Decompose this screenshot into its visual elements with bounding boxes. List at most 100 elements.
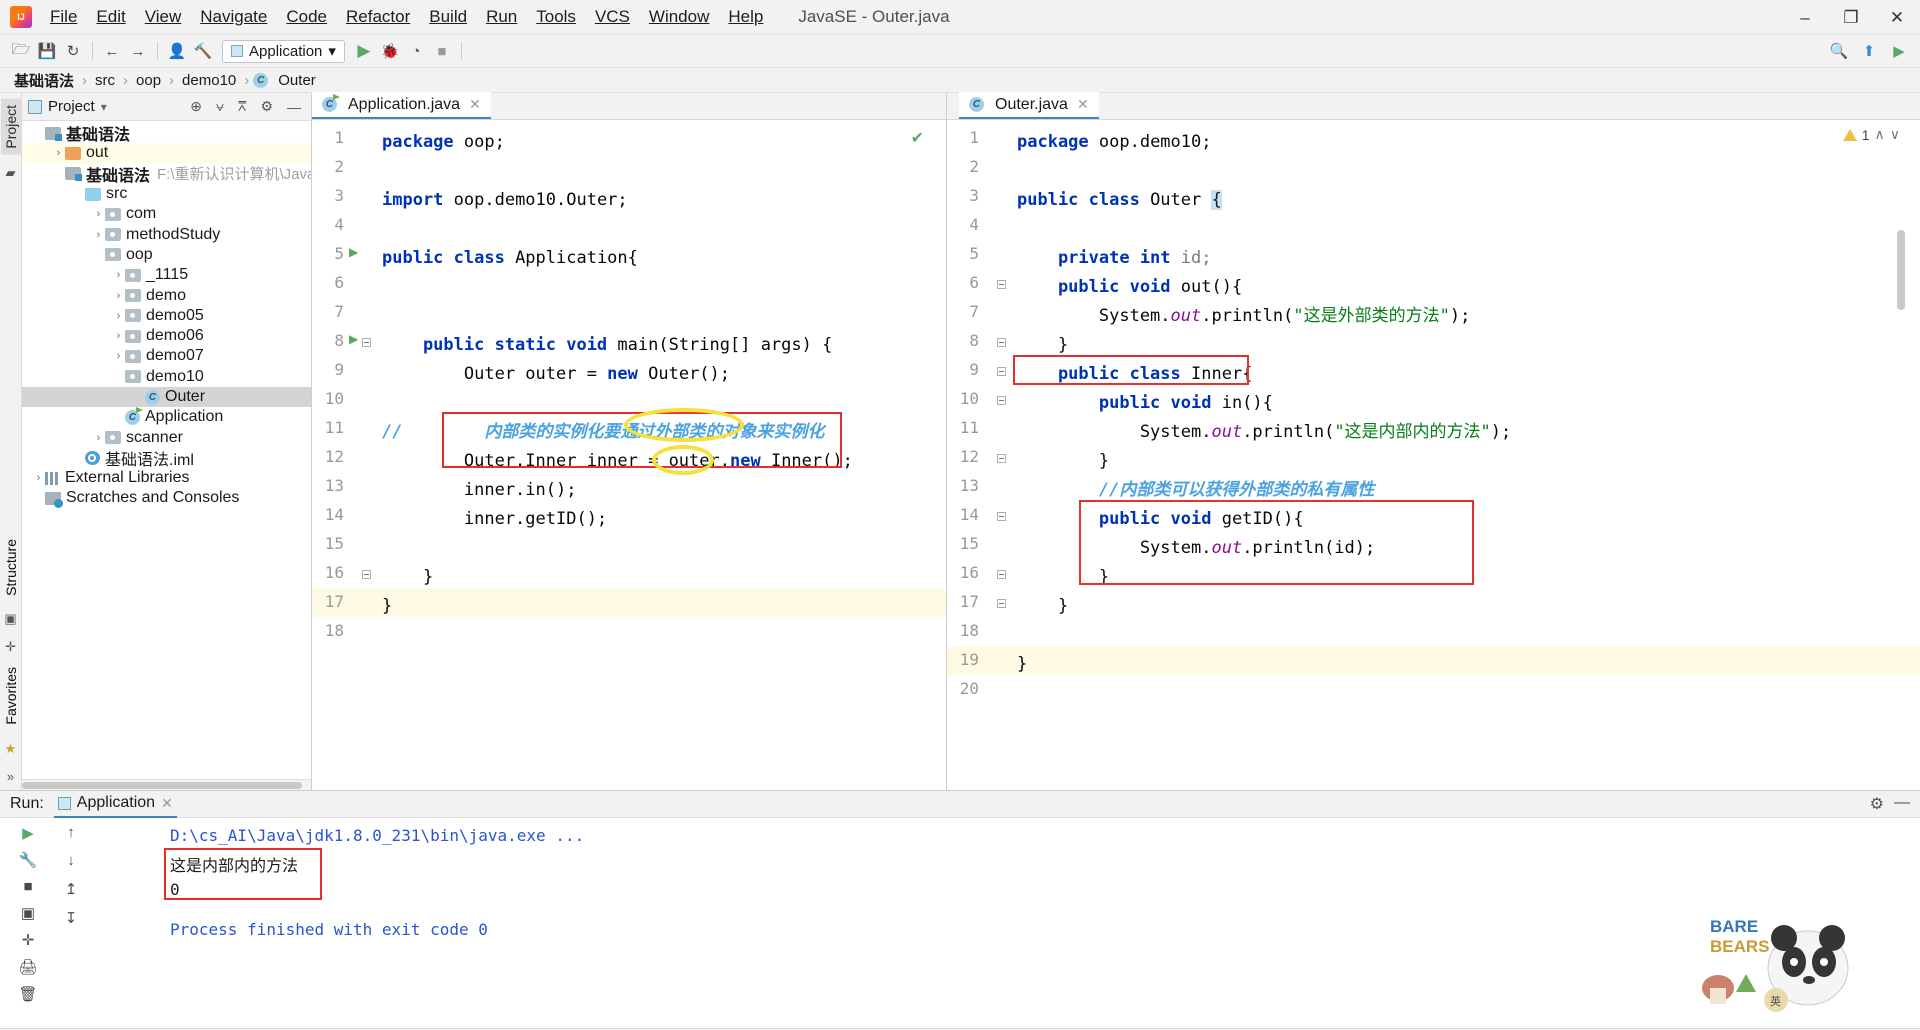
code-fold-icon[interactable] [362, 338, 371, 347]
close-icon[interactable]: ✕ [469, 96, 481, 113]
run-gutter-icon[interactable]: ▶ [349, 245, 358, 259]
code-area-right[interactable]: package oop.demo10; public class Outer { … [1009, 120, 1920, 790]
rerun-icon[interactable]: ▶ [22, 824, 34, 842]
menu-code[interactable]: Code [277, 4, 336, 30]
editor-body-right[interactable]: 1 2 3 4 5 6 7 8 9 10 11 12 13 14 15 16 17 18 19 20 package … [947, 120, 1920, 790]
wrench-icon[interactable]: 🔧 [19, 851, 38, 869]
chevron-right-icon[interactable]: › [112, 330, 125, 342]
camera-icon[interactable]: ▣ [21, 904, 35, 922]
breadcrumb-item-oop[interactable]: oop [132, 71, 165, 90]
search-icon[interactable]: 🔍 [1826, 38, 1852, 64]
profile-icon[interactable]: 👤 [164, 38, 190, 64]
tool-tab-project[interactable]: Project [1, 99, 21, 155]
expand-all-icon[interactable]: ⩝ [212, 96, 228, 117]
chevron-down-icon[interactable]: ⱟ [52, 168, 65, 180]
tree-item-iml[interactable]: 基础语法.iml [22, 448, 311, 468]
scroll-end-icon[interactable]: ↧ [65, 909, 78, 927]
close-icon[interactable]: ✕ [1077, 96, 1089, 113]
run-tab-application[interactable]: Application ✕ [54, 791, 177, 818]
up-arrow-icon[interactable]: ↑ [67, 824, 75, 841]
tree-item-src[interactable]: ⱟ src [22, 184, 311, 204]
code-fold-icon[interactable] [997, 367, 1006, 376]
inspection-warning-group[interactable]: 1 ∧ ∨ [1843, 126, 1900, 143]
code-fold-icon[interactable] [362, 570, 371, 579]
stop-button[interactable]: ■ [429, 38, 455, 64]
code-area-left[interactable]: package oop; import oop.demo10.Outer; publ… [374, 120, 946, 790]
project-horizontal-scrollbar[interactable] [22, 779, 311, 790]
menu-tools[interactable]: Tools [527, 4, 585, 30]
tree-item-Outer[interactable]: C Outer [22, 387, 311, 407]
breadcrumb-item-outer[interactable]: Outer [274, 71, 320, 90]
chevron-down-icon[interactable]: ∨ [1890, 126, 1900, 143]
tree-item-ExternalLibraries[interactable]: › External Libraries [22, 468, 311, 488]
gutter-left[interactable]: 1 2 3 4 5 ▶ 6 7 8 ▶ 9 10 11 12 13 14 15 16 17 18 [312, 120, 374, 790]
project-tree[interactable]: ⱟ基础语法›outⱟ基础语法F:\重新认识计算机\JavaSe\基础ⱟsrc›c… [22, 121, 311, 779]
code-fold-icon[interactable] [997, 396, 1006, 405]
camera-icon[interactable]: ▣ [4, 611, 16, 627]
gear-icon[interactable]: ⚙ [256, 96, 277, 117]
menu-view[interactable]: View [136, 4, 191, 30]
minimize-button[interactable]: – [1782, 0, 1828, 35]
hide-panel-icon[interactable]: — [283, 97, 305, 117]
open-project-icon[interactable]: 🗁 [8, 38, 34, 64]
tree-item-demo06[interactable]: › demo06 [22, 326, 311, 346]
chevron-right-icon[interactable]: › [92, 208, 105, 220]
code-fold-icon[interactable] [997, 570, 1006, 579]
code-fold-icon[interactable] [997, 512, 1006, 521]
print-icon[interactable]: 🖨 [18, 958, 37, 976]
settings-icon[interactable]: ✛ [22, 931, 35, 949]
tree-item-[interactable]: ⱟ 基础语法 [22, 123, 311, 143]
more-icon[interactable]: » [7, 769, 14, 784]
chevron-right-icon[interactable]: › [112, 350, 125, 362]
tree-item-demo[interactable]: › demo [22, 285, 311, 305]
menu-run[interactable]: Run [477, 4, 526, 30]
menu-file[interactable]: File [41, 4, 86, 30]
menu-build[interactable]: Build [420, 4, 476, 30]
chevron-right-icon[interactable]: › [92, 432, 105, 444]
chevron-right-icon[interactable]: › [52, 147, 65, 159]
debug-button[interactable]: 🐞 [377, 38, 403, 64]
close-icon[interactable]: ✕ [161, 795, 173, 812]
chevron-down-icon[interactable]: ⱟ [32, 127, 45, 139]
code-fold-icon[interactable] [997, 599, 1006, 608]
chevron-down-icon[interactable]: ⱟ [72, 188, 85, 200]
editor-body-left[interactable]: 1 2 3 4 5 ▶ 6 7 8 ▶ 9 10 11 12 13 14 15 16 17 18 package oo… [312, 120, 946, 790]
tree-item-scanner[interactable]: › scanner [22, 427, 311, 447]
close-button[interactable]: ✕ [1874, 0, 1920, 35]
tree-item-[interactable]: ⱟ基础语法F:\重新认识计算机\JavaSe\基础 [22, 164, 311, 184]
menu-refactor[interactable]: Refactor [337, 4, 419, 30]
coverage-button[interactable]: ◔ [403, 38, 429, 64]
sync-icon[interactable]: ↻ [60, 38, 86, 64]
tree-item-methodStudy[interactable]: › methodStudy [22, 224, 311, 244]
down-arrow-icon[interactable]: ↓ [67, 852, 75, 869]
code-fold-icon[interactable] [997, 338, 1006, 347]
maximize-button[interactable]: ❐ [1828, 0, 1874, 35]
menu-edit[interactable]: Edit [87, 4, 134, 30]
tree-item-1115[interactable]: › _1115 [22, 265, 311, 285]
tool-tab-favorites[interactable]: Favorites [1, 661, 21, 731]
editor-vertical-scrollbar[interactable] [1897, 230, 1905, 310]
chevron-right-icon[interactable]: › [32, 472, 45, 484]
run-button[interactable]: ▶ [351, 38, 377, 64]
code-fold-icon[interactable] [997, 280, 1006, 289]
breadcrumb-item-demo10[interactable]: demo10 [178, 71, 240, 90]
breadcrumb-item-src[interactable]: src [91, 71, 119, 90]
gutter-right[interactable]: 1 2 3 4 5 6 7 8 9 10 11 12 13 14 15 16 17 18 19 20 [947, 120, 1009, 790]
menu-navigate[interactable]: Navigate [191, 4, 276, 30]
run-gutter-icon[interactable]: ▶ [349, 332, 358, 346]
tool-tab-structure[interactable]: Structure [1, 533, 21, 602]
build-hammer-icon[interactable]: 🔨 [190, 38, 216, 64]
chevron-down-icon[interactable]: ▾ [101, 100, 107, 114]
navigate-forward-icon[interactable]: → [125, 38, 151, 64]
chevron-down-icon[interactable]: ⱟ [92, 249, 105, 261]
chevron-right-icon[interactable]: › [112, 310, 125, 322]
run-configuration-selector[interactable]: Application ▾ [222, 40, 345, 63]
hide-panel-icon[interactable]: — [1894, 794, 1910, 814]
tree-item-ScratchesandConsoles[interactable]: Scratches and Consoles [22, 488, 311, 508]
stop-icon[interactable]: ■ [23, 878, 32, 895]
chevron-right-icon[interactable]: › [92, 229, 105, 241]
collapse-all-icon[interactable]: ⩞ [234, 96, 251, 117]
tree-item-demo05[interactable]: › demo05 [22, 306, 311, 326]
tab-application-java[interactable]: C Application.java ✕ [312, 92, 491, 119]
chevron-right-icon[interactable]: › [112, 290, 125, 302]
